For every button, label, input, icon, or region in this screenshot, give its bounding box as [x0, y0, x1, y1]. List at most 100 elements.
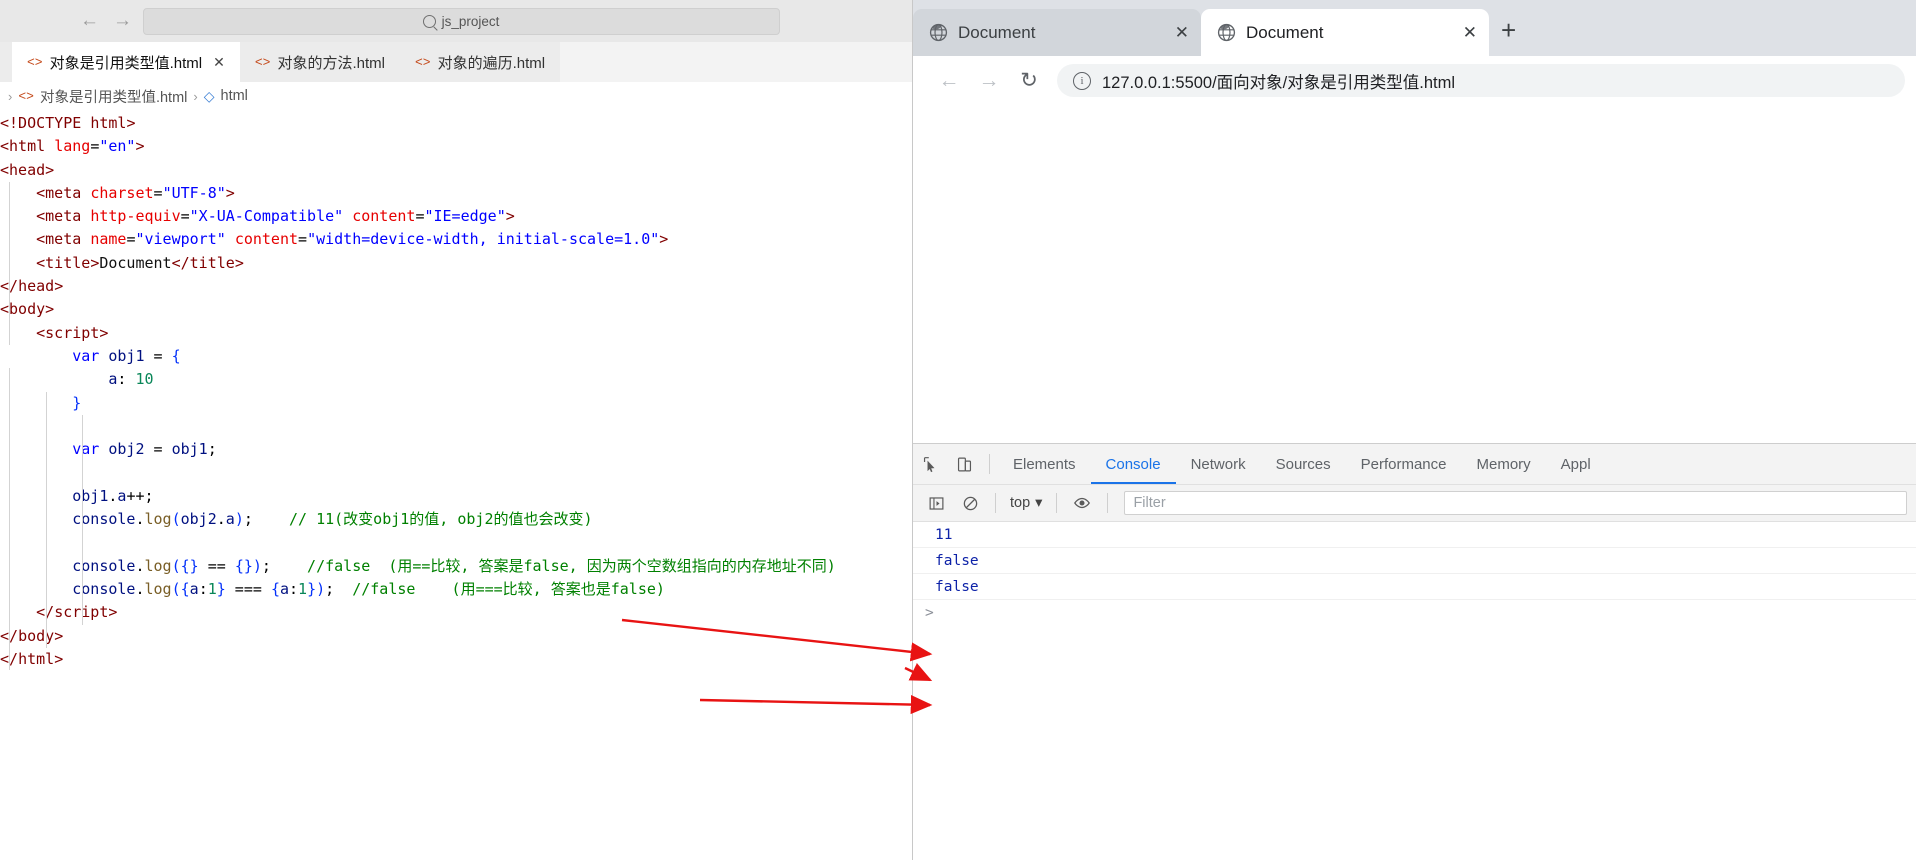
code-line: obj1.a++; [72, 486, 154, 505]
code-line: <meta http-equiv="X-UA-Compatible" conte… [36, 207, 515, 226]
code-editor-content[interactable]: <!DOCTYPE html> <html lang="en"> <head> <m… [0, 110, 912, 671]
indent-guide [46, 392, 47, 648]
code-line: <head> [0, 160, 55, 179]
indent-guide [9, 182, 10, 345]
arrow-right-icon[interactable]: → [113, 11, 132, 30]
console-toolbar: top ▾ Filter [913, 485, 1916, 522]
devtools-tab-network[interactable]: Network [1176, 445, 1261, 484]
new-tab-button[interactable]: + [1501, 15, 1516, 46]
devtools-tab-sources[interactable]: Sources [1261, 445, 1346, 484]
toolbar-divider [989, 454, 990, 474]
code-line: var obj2 = obj1; [72, 440, 217, 459]
devtools-tabbar: Elements Console Network Sources Perform… [913, 444, 1916, 485]
console-output-list[interactable]: 11 false false [913, 522, 1916, 600]
console-context-label: top [1010, 495, 1031, 511]
symbol-cube-icon: ◇ [203, 87, 215, 104]
breadcrumb: › <> 对象是引用类型值.html › ◇ html [0, 82, 912, 110]
address-bar[interactable]: i 127.0.0.1:5500/面向对象/对象是引用类型值.html [1057, 64, 1905, 97]
code-line: </head> [0, 277, 64, 296]
code-line: <body> [0, 300, 55, 319]
editor-tabbar: <> 对象是引用类型值.html ✕ <> 对象的方法.html <> 对象的遍… [0, 42, 912, 82]
screen-root: ← → js_project <> 对象是引用类型值.html ✕ <> 对象的… [0, 0, 1916, 860]
indent-guide [9, 368, 10, 670]
breadcrumb-file[interactable]: 对象是引用类型值.html [40, 86, 187, 107]
editor-tab-2[interactable]: <> 对象的遍历.html [399, 42, 561, 82]
address-bar-url: 127.0.0.1:5500/面向对象/对象是引用类型值.html [1102, 73, 1456, 92]
devtools-tab-application[interactable]: Appl [1546, 445, 1606, 484]
browser-toolbar: ← → ↻ i 127.0.0.1:5500/面向对象/对象是引用类型值.htm… [913, 56, 1916, 105]
console-sidebar-icon[interactable] [919, 486, 953, 520]
devtools-tab-elements[interactable]: Elements [998, 445, 1091, 484]
html-file-icon: <> [18, 88, 34, 104]
quick-open-text: js_project [441, 13, 500, 29]
code-line: <!DOCTYPE html> [0, 114, 136, 132]
browser-tab-title: Document [958, 22, 1036, 42]
vscode-nav-group: ← → [80, 11, 132, 30]
device-toolbar-icon[interactable] [947, 447, 981, 481]
html-file-icon: <> [414, 54, 431, 70]
editor-tab-label: 对象是引用类型值.html [49, 54, 203, 72]
html-file-icon: <> [27, 54, 43, 70]
code-line: console.log(obj2.a); // 11(改变obj1的值, obj… [72, 510, 593, 529]
cursor-select-icon[interactable] [913, 447, 947, 481]
close-icon[interactable]: ✕ [1175, 23, 1189, 43]
editor-tab-1[interactable]: <> 对象的方法.html [239, 42, 400, 82]
close-icon[interactable]: ✕ [213, 54, 225, 71]
tabbar-lead [0, 42, 12, 82]
back-button[interactable]: ← [929, 61, 969, 101]
toolbar-divider [1107, 493, 1109, 513]
devtools-tab-console[interactable]: Console [1091, 445, 1176, 484]
toolbar-divider [995, 493, 996, 513]
console-prompt[interactable]: > [913, 600, 1916, 625]
console-context-selector[interactable]: top ▾ [1004, 495, 1048, 511]
info-circle-icon[interactable]: i [1073, 71, 1091, 90]
editor-tab-label: 对象的方法.html [277, 54, 385, 72]
vscode-titlebar: ← → js_project [0, 0, 912, 42]
console-filter-placeholder: Filter [1133, 495, 1166, 511]
devtools-tab-performance[interactable]: Performance [1346, 445, 1462, 484]
editor-tab-label: 对象的遍历.html [437, 54, 546, 72]
code-line: <title>Document</title> [36, 253, 244, 272]
globe-favicon-icon [929, 23, 948, 42]
code-line: var obj1 = { [72, 346, 181, 365]
code-line: <meta charset="UTF-8"> [36, 183, 235, 202]
browser-tab-title: Document [1246, 22, 1324, 42]
code-line: console.log({a:1} === {a:1}); //false (用… [72, 579, 665, 598]
live-expression-icon[interactable] [1065, 486, 1099, 520]
code-line: <script> [36, 323, 109, 342]
code-line: </script> [36, 603, 118, 622]
arrow-left-icon[interactable]: ← [80, 11, 99, 30]
code-line: } [72, 393, 82, 412]
breadcrumb-lead-sep: › [8, 88, 13, 104]
reload-button[interactable]: ↻ [1009, 61, 1049, 101]
browser-tab-0[interactable]: Document ✕ [913, 9, 1201, 56]
devtools-panel: Elements Console Network Sources Perform… [913, 443, 1916, 860]
console-log-entry: false [913, 574, 1916, 600]
console-log-entry: 11 [913, 522, 1916, 548]
console-filter-input[interactable]: Filter [1124, 491, 1907, 515]
code-line: </body> [0, 626, 64, 645]
search-icon [422, 14, 436, 28]
browser-tabstrip: Document ✕ Document ✕ + [913, 0, 1916, 56]
indent-guide [82, 438, 83, 485]
globe-favicon-icon [1217, 23, 1236, 42]
code-line: <html lang="en"> [0, 137, 145, 156]
toolbar-divider [1056, 493, 1058, 513]
browser-tab-1[interactable]: Document ✕ [1201, 9, 1489, 56]
breadcrumb-symbol[interactable]: html [221, 88, 248, 104]
quick-open-input[interactable]: js_project [142, 7, 780, 35]
tabbar-filler [560, 42, 912, 82]
page-viewport [913, 105, 1916, 454]
code-line: <meta name="viewport" content="width=dev… [36, 230, 669, 249]
code-line: </html> [0, 649, 64, 668]
clear-console-icon[interactable] [953, 486, 987, 520]
code-line: a: 10 [108, 370, 154, 389]
chevron-down-icon: ▾ [1035, 495, 1043, 511]
vscode-window: ← → js_project <> 对象是引用类型值.html ✕ <> 对象的… [0, 0, 912, 860]
editor-tab-0[interactable]: <> 对象是引用类型值.html ✕ [12, 42, 240, 82]
forward-button[interactable]: → [969, 61, 1009, 101]
close-icon[interactable]: ✕ [1463, 23, 1477, 43]
devtools-tab-memory[interactable]: Memory [1462, 445, 1546, 484]
